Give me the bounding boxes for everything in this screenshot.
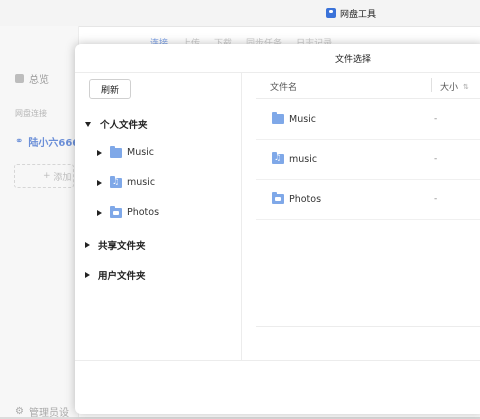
folder-icon: [110, 145, 122, 158]
file-name: Music: [289, 113, 317, 125]
tree-node-label: 用户文件夹: [98, 271, 146, 282]
music-folder-icon: [272, 152, 284, 164]
file-name: music: [289, 153, 318, 165]
expand-arrow-icon[interactable]: [85, 121, 91, 127]
sort-icon[interactable]: ⇅: [463, 83, 469, 91]
dialog-header: 文件选择: [75, 44, 480, 73]
photo-folder-icon: [110, 205, 122, 218]
file-name: Photos: [289, 193, 322, 205]
plus-icon: +: [43, 171, 54, 181]
collapse-arrow-icon[interactable]: [85, 242, 90, 248]
gear-icon: ⚙: [15, 406, 24, 417]
overview-icon: [15, 74, 24, 83]
file-size: -: [434, 154, 438, 164]
tree-node-music-lower[interactable]: music: [97, 175, 156, 188]
file-list: 文件名 大小 ⇅ Music - music - Photos -: [242, 72, 480, 360]
refresh-button[interactable]: 刷新: [89, 79, 131, 99]
sidebar-section-label: 网盘连接: [15, 109, 47, 118]
tree-node-music[interactable]: Music: [97, 145, 155, 158]
music-folder-icon: [110, 175, 122, 188]
tree-node-personal[interactable]: 个人文件夹: [85, 117, 148, 131]
app-title-text: 网盘工具: [340, 9, 377, 20]
sidebar-item-label: 总览: [29, 75, 49, 86]
cloud-connection-icon: ⚭: [15, 136, 24, 147]
list-divider: [256, 326, 480, 327]
sidebar-item-overview[interactable]: 总览: [15, 71, 49, 86]
app-title: 网盘工具: [326, 6, 376, 20]
sidebar-item-account[interactable]: ⚭ 陆小六666: [15, 134, 79, 149]
tree-node-label: music: [127, 177, 156, 188]
photo-folder-icon: [272, 192, 284, 204]
column-header-size[interactable]: 大小 ⇅: [440, 80, 469, 94]
app-logo-icon: [326, 8, 336, 18]
tree-node-label: 共享文件夹: [98, 241, 146, 252]
sidebar: 总览 网盘连接 ⚭ 陆小六666 + 添加 ⚙ 管理员设: [0, 26, 79, 419]
collapse-arrow-icon[interactable]: [97, 179, 102, 186]
dialog-title: 文件选择: [335, 55, 372, 65]
title-bar: 网盘工具: [0, 0, 480, 27]
file-size: -: [434, 114, 438, 124]
collapse-arrow-icon[interactable]: [97, 149, 102, 156]
folder-tree: 刷新 个人文件夹 Music music Photos 共享文件夹 用户文件夹: [75, 72, 242, 360]
add-connection-label: 添加: [53, 172, 72, 183]
dialog-footer: [75, 360, 480, 415]
collapse-arrow-icon[interactable]: [97, 209, 102, 216]
collapse-arrow-icon[interactable]: [85, 272, 90, 278]
tree-node-label: Music: [127, 147, 155, 158]
column-header-size-label: 大小: [440, 83, 459, 93]
file-list-header: 文件名 大小 ⇅: [256, 72, 480, 99]
table-row[interactable]: Music -: [256, 99, 480, 140]
tree-node-user[interactable]: 用户文件夹: [85, 268, 146, 282]
column-header-name[interactable]: 文件名: [270, 80, 297, 93]
tree-node-label: 个人文件夹: [100, 120, 148, 131]
table-row[interactable]: music -: [256, 139, 480, 180]
file-select-dialog: 文件选择 刷新 个人文件夹 Music music Photos 共享文件夹: [75, 44, 480, 414]
table-row[interactable]: Photos -: [256, 179, 480, 220]
tree-node-shared[interactable]: 共享文件夹: [85, 238, 146, 252]
add-connection-button[interactable]: + 添加: [14, 164, 74, 188]
tree-node-photos[interactable]: Photos: [97, 205, 160, 218]
file-size: -: [434, 194, 438, 204]
column-divider[interactable]: [431, 78, 432, 92]
folder-icon: [272, 112, 284, 124]
sidebar-item-label: 陆小六666: [28, 138, 80, 149]
tree-node-label: Photos: [127, 207, 160, 218]
